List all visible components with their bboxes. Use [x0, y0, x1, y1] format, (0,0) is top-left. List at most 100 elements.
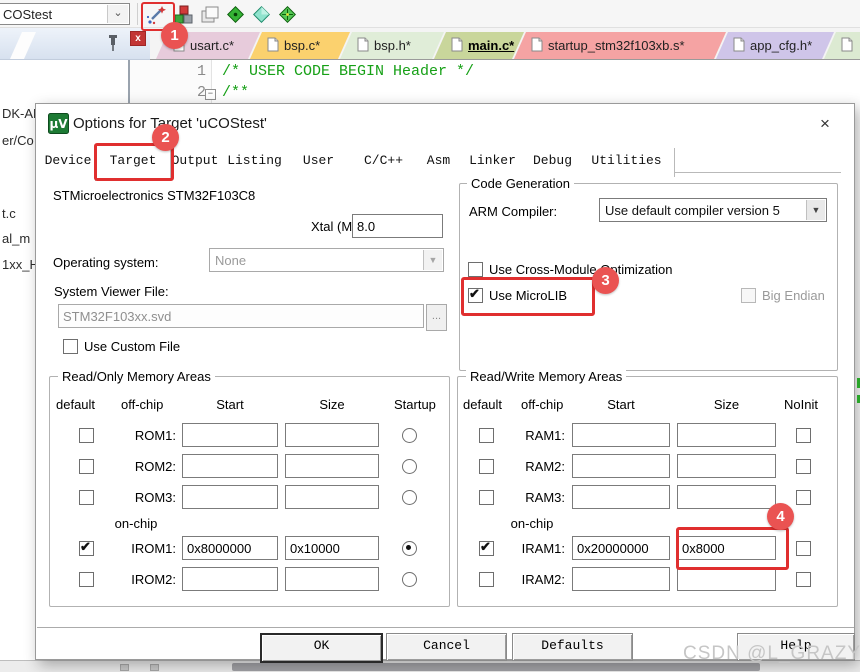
rom1-default-checkbox[interactable] [79, 428, 94, 443]
system-viewer-file-label: System Viewer File: [54, 284, 169, 299]
main-toolbar: COStest ⌄ [0, 0, 860, 28]
ram3-noinit-checkbox[interactable] [796, 490, 811, 505]
patterned-diamond-icon[interactable] [276, 3, 299, 26]
file-tab-label: usart.c* [190, 38, 235, 53]
ram3-label: RAM3: [525, 490, 565, 505]
tab-c-cpp[interactable]: C/C++ [349, 148, 419, 177]
tree-item-fragment[interactable]: al_m [2, 231, 30, 246]
keil-uvision-icon: µV [48, 113, 69, 134]
rom3-start-input[interactable] [182, 485, 278, 509]
iram1-start-input[interactable] [572, 536, 670, 560]
iram2-default-checkbox[interactable] [479, 572, 494, 587]
pin-icon[interactable] [106, 33, 120, 53]
file-tab-startup[interactable]: startup_stm32f103xb.s* [514, 32, 726, 59]
file-tab-label: bsp.h* [374, 38, 411, 53]
rom1-start-input[interactable] [182, 423, 278, 447]
rom2-size-input[interactable] [285, 454, 379, 478]
iram1-noinit-checkbox[interactable] [796, 541, 811, 556]
close-icon[interactable]: × [812, 112, 838, 136]
xtal-input[interactable] [352, 214, 443, 238]
ram1-start-input[interactable] [572, 423, 670, 447]
chevron-down-icon[interactable]: ⌄ [107, 5, 128, 23]
panel-close-button[interactable]: x [130, 31, 146, 46]
tree-item-fragment[interactable]: t.c [2, 206, 16, 221]
cancel-button[interactable]: Cancel [386, 633, 507, 661]
rom1-size-input[interactable] [285, 423, 379, 447]
defaults-button[interactable]: Defaults [512, 633, 633, 661]
ram2-noinit-checkbox[interactable] [796, 459, 811, 474]
irom2-start-input[interactable] [182, 567, 278, 591]
annotation-badge-2: 2 [152, 124, 179, 151]
rom3-startup-radio[interactable] [402, 490, 417, 505]
tree-item-fragment[interactable]: 1xx_H [2, 257, 39, 272]
irom2-size-input[interactable] [285, 567, 379, 591]
ram1-default-checkbox[interactable] [479, 428, 494, 443]
tab-utilities[interactable]: Utilities [579, 148, 675, 177]
irom1-startup-radio[interactable] [402, 541, 417, 556]
line-number: 1 [196, 63, 206, 80]
tab-asm[interactable]: Asm [418, 148, 460, 177]
iram1-default-checkbox[interactable] [479, 539, 494, 556]
irom1-start-input[interactable] [182, 536, 278, 560]
window-stack-icon[interactable] [198, 3, 221, 26]
document-icon [451, 37, 463, 52]
annotation-box-3 [461, 277, 595, 316]
button-separator [37, 627, 854, 628]
green-diamond-icon[interactable] [224, 3, 247, 26]
cyan-diamond-icon[interactable] [250, 3, 273, 26]
rom1-startup-radio[interactable] [402, 428, 417, 443]
iram2-start-input[interactable] [572, 567, 670, 591]
document-icon [841, 37, 853, 52]
rom2-start-input[interactable] [182, 454, 278, 478]
arm-compiler-select[interactable]: Use default compiler version 5 ▼ [599, 198, 827, 222]
file-tab-bsp-h[interactable]: bsp.h* [340, 32, 444, 59]
file-tab-main-c[interactable]: main.c* [434, 32, 524, 59]
ram3-default-checkbox[interactable] [479, 490, 494, 505]
arm-compiler-label: ARM Compiler: [469, 204, 558, 219]
irom2-default-checkbox[interactable] [79, 572, 94, 587]
use-cross-module-checkbox[interactable] [468, 262, 483, 277]
document-icon [531, 37, 543, 52]
irom2-startup-radio[interactable] [402, 572, 417, 587]
system-viewer-file-input [58, 304, 424, 328]
device-name-label: STMicroelectronics STM32F103C8 [53, 188, 256, 203]
ram1-size-input[interactable] [677, 423, 776, 447]
bottom-tab-fragment-icon [120, 664, 129, 671]
rom3-size-input[interactable] [285, 485, 379, 509]
ok-button[interactable]: OK [260, 633, 383, 663]
tab-debug[interactable]: Debug [526, 148, 580, 177]
tab-linker[interactable]: Linker [459, 148, 527, 177]
irom1-size-input[interactable] [285, 536, 379, 560]
use-custom-file-checkbox[interactable] [63, 339, 78, 354]
iram2-noinit-checkbox[interactable] [796, 572, 811, 587]
tab-user[interactable]: User [288, 148, 350, 177]
irom1-default-checkbox[interactable] [79, 539, 94, 556]
target-select-combo[interactable]: COStest ⌄ [0, 3, 130, 25]
line-number: 2 [196, 84, 206, 101]
tab-output[interactable]: Output [169, 148, 222, 177]
rom3-default-checkbox[interactable] [79, 490, 94, 505]
rom2-startup-radio[interactable] [402, 459, 417, 474]
file-tab-bsp-c[interactable]: bsp.c* [250, 32, 350, 59]
document-icon [733, 37, 745, 52]
tab-device[interactable]: Device [41, 148, 96, 177]
ram2-start-input[interactable] [572, 454, 670, 478]
iram2-size-input[interactable] [677, 567, 776, 591]
ram1-noinit-checkbox[interactable] [796, 428, 811, 443]
browse-button[interactable]: ... [426, 304, 447, 331]
file-tab-label: bsp.c* [284, 38, 321, 53]
rom2-default-checkbox[interactable] [79, 459, 94, 474]
horizontal-scrollbar[interactable] [232, 663, 760, 671]
file-tab-app-cfg[interactable]: app_cfg.h* [716, 32, 834, 59]
ram3-size-input[interactable] [677, 485, 776, 509]
rom-header-startup: Startup [394, 397, 436, 412]
tab-listing[interactable]: Listing [221, 148, 289, 177]
code-fold-toggle[interactable]: − [205, 89, 216, 100]
ram3-start-input[interactable] [572, 485, 670, 509]
chevron-down-icon[interactable]: ▼ [806, 200, 825, 220]
ram2-default-checkbox[interactable] [479, 459, 494, 474]
ram2-size-input[interactable] [677, 454, 776, 478]
file-tab-label: app_cfg.h* [750, 38, 813, 53]
read-write-memory-legend: Read/Write Memory Areas [466, 369, 627, 384]
tree-item-fragment[interactable]: er/Co [2, 133, 34, 148]
